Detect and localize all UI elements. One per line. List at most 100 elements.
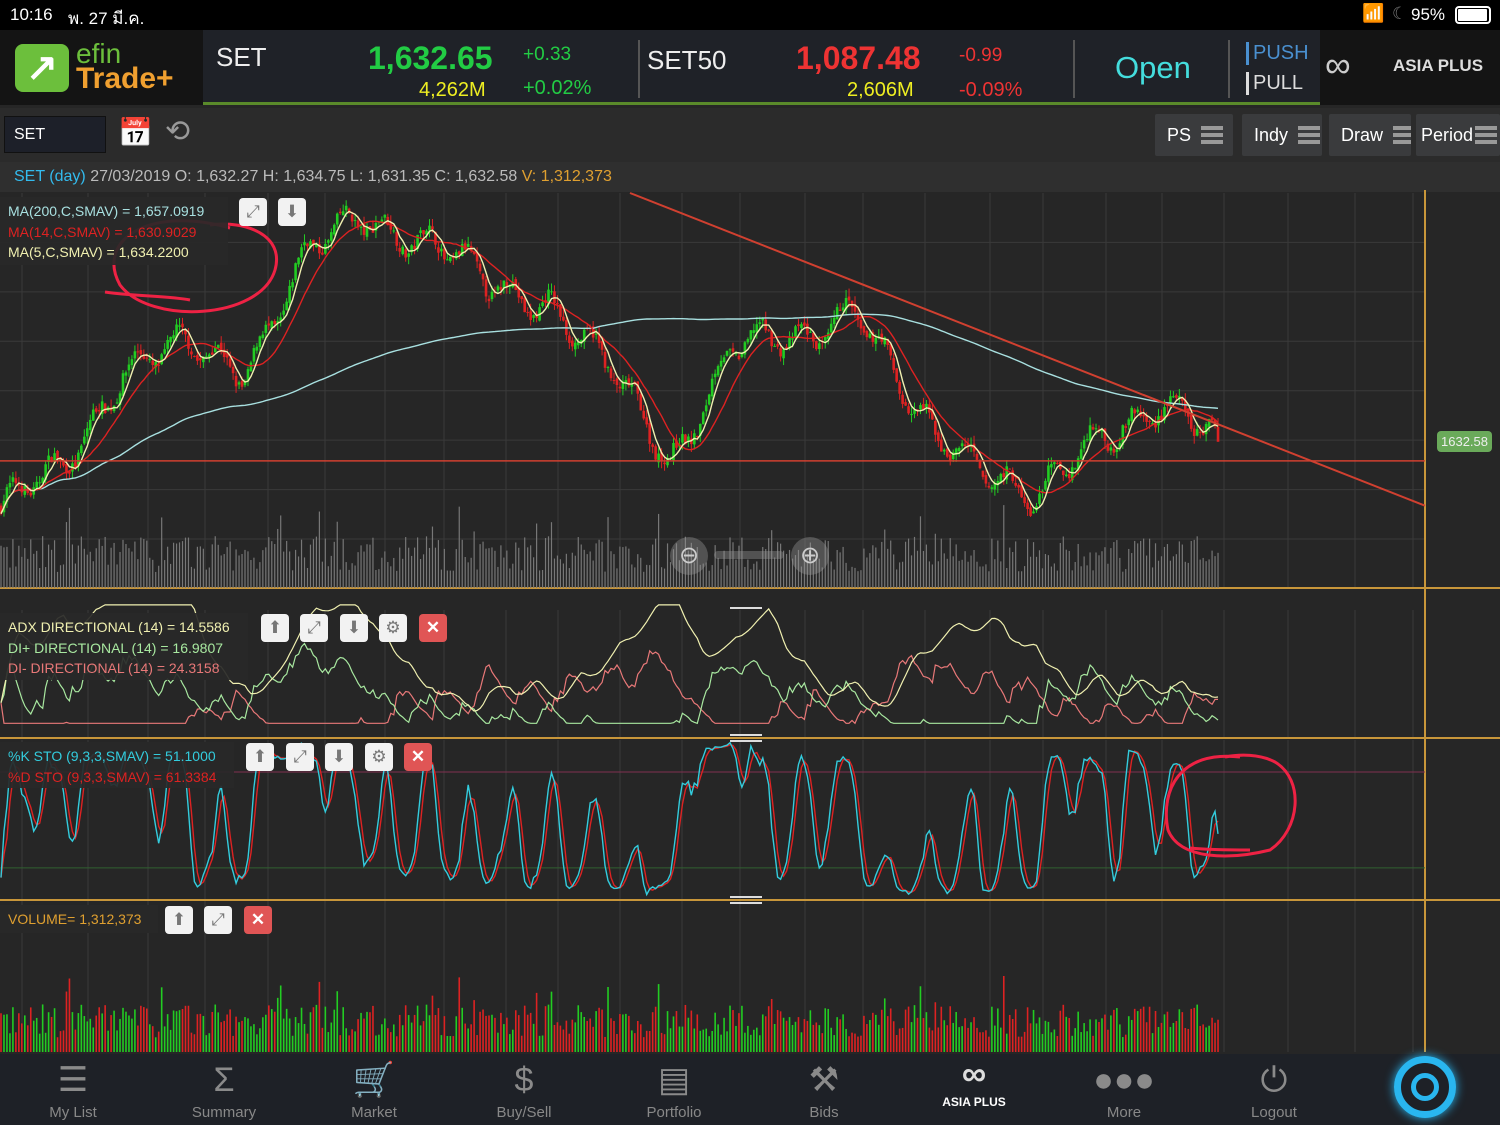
ma14-legend: MA(14,C,SMAV) = 1,630.9029 — [8, 223, 197, 240]
candle — [332, 224, 336, 235]
close-icon[interactable]: ✕ — [404, 743, 432, 771]
candle — [1172, 396, 1175, 398]
infinity-icon: ∞ — [961, 1055, 987, 1093]
candle — [1109, 447, 1113, 451]
candle — [401, 246, 405, 255]
candle — [1175, 395, 1178, 398]
candle — [1064, 474, 1068, 477]
candle — [437, 247, 440, 253]
candle — [865, 331, 869, 338]
candle — [261, 334, 265, 339]
candle — [749, 330, 753, 340]
candle — [1133, 409, 1137, 414]
candle — [392, 230, 396, 232]
candle — [1079, 449, 1083, 459]
zoom-out-button[interactable]: ⊖ — [670, 537, 708, 575]
move-down-icon[interactable]: ⬇ — [278, 198, 306, 226]
nav-buy-sell[interactable]: $ Buy/Sell — [469, 1054, 579, 1125]
zoom-in-button[interactable]: ⊕ — [791, 537, 829, 575]
candle — [541, 302, 544, 307]
candle — [199, 358, 202, 361]
nav-market[interactable]: 🛒 Market — [319, 1054, 429, 1125]
candle — [797, 324, 800, 327]
settings-icon[interactable]: ⚙ — [365, 743, 393, 771]
candle — [466, 243, 470, 247]
candle — [1029, 507, 1032, 516]
candle — [618, 386, 622, 389]
candle — [237, 382, 241, 385]
nav-asia-plus[interactable]: ∞ ASIA PLUS — [919, 1054, 1029, 1125]
candle — [713, 373, 717, 378]
candle — [707, 394, 711, 405]
candle — [124, 372, 128, 376]
settings-icon[interactable]: ⚙ — [379, 614, 407, 642]
nav-more[interactable]: ●●● More — [1069, 1054, 1179, 1125]
candle — [353, 219, 357, 221]
candle — [1112, 448, 1116, 453]
candle — [829, 323, 833, 333]
candle — [859, 320, 863, 329]
candle — [939, 439, 943, 452]
candle — [282, 310, 285, 315]
chart-canvas[interactable] — [0, 0, 1500, 1125]
candle — [868, 333, 872, 338]
candle — [838, 309, 842, 311]
candle — [231, 366, 235, 374]
nav-summary[interactable]: Σ Summary — [169, 1054, 279, 1125]
candle — [389, 222, 393, 230]
candle — [130, 359, 134, 366]
move-up-icon[interactable]: ⬆ — [261, 614, 289, 642]
candle — [907, 406, 910, 414]
expand-icon[interactable]: ⤢ — [300, 614, 328, 642]
candle — [532, 315, 535, 318]
candle — [874, 337, 878, 344]
move-down-icon[interactable]: ⬇ — [325, 743, 353, 771]
candle — [850, 300, 854, 307]
expand-icon[interactable]: ⤢ — [286, 743, 314, 771]
candle — [267, 323, 271, 326]
zoom-slider[interactable] — [714, 551, 784, 559]
volume-legend: VOLUME= 1,312,373 — [0, 905, 158, 933]
candle — [776, 344, 779, 347]
expand-icon[interactable]: ⤢ — [239, 198, 267, 226]
candle — [383, 214, 387, 218]
candle — [341, 211, 345, 216]
ma200-legend: MA(200,C,SMAV) = 1,657.0919 — [8, 203, 205, 219]
candle — [136, 351, 140, 353]
move-down-icon[interactable]: ⬇ — [340, 614, 368, 642]
candle — [529, 311, 532, 320]
expand-icon[interactable]: ⤢ — [204, 906, 232, 934]
candle — [300, 247, 303, 258]
candle — [94, 408, 98, 412]
candle — [1053, 462, 1056, 465]
candle — [8, 482, 12, 488]
ma14-line — [0, 220, 1219, 514]
candle — [957, 447, 961, 452]
candle — [704, 405, 708, 412]
candle — [285, 301, 288, 311]
candle — [898, 381, 901, 394]
move-up-icon[interactable]: ⬆ — [246, 743, 274, 771]
candle — [987, 485, 991, 488]
nav-my-list[interactable]: ☰ My List — [18, 1054, 128, 1125]
nav-portfolio[interactable]: ▤ Portfolio — [619, 1054, 729, 1125]
candle — [609, 368, 613, 379]
nav-bids[interactable]: ⚒ Bids — [769, 1054, 879, 1125]
close-icon[interactable]: ✕ — [244, 906, 272, 934]
candle — [1127, 419, 1131, 426]
close-icon[interactable]: ✕ — [419, 614, 447, 642]
move-up-icon[interactable]: ⬆ — [165, 906, 193, 934]
candle — [862, 326, 866, 333]
candle — [710, 378, 714, 397]
nav-logout[interactable]: ⏻ Logout — [1219, 1054, 1329, 1125]
cart-icon: 🛒 — [352, 1061, 396, 1099]
candle — [746, 339, 750, 343]
candle — [901, 394, 904, 404]
candle — [904, 402, 907, 406]
candle — [779, 348, 782, 357]
bottom-nav: ☰ My List Σ Summary 🛒 Market $ Buy/Sell ▤ Por… — [0, 1054, 1500, 1125]
candle — [205, 356, 208, 358]
quick-menu-button[interactable] — [1394, 1056, 1456, 1118]
candle — [35, 481, 39, 488]
candle — [571, 340, 574, 347]
